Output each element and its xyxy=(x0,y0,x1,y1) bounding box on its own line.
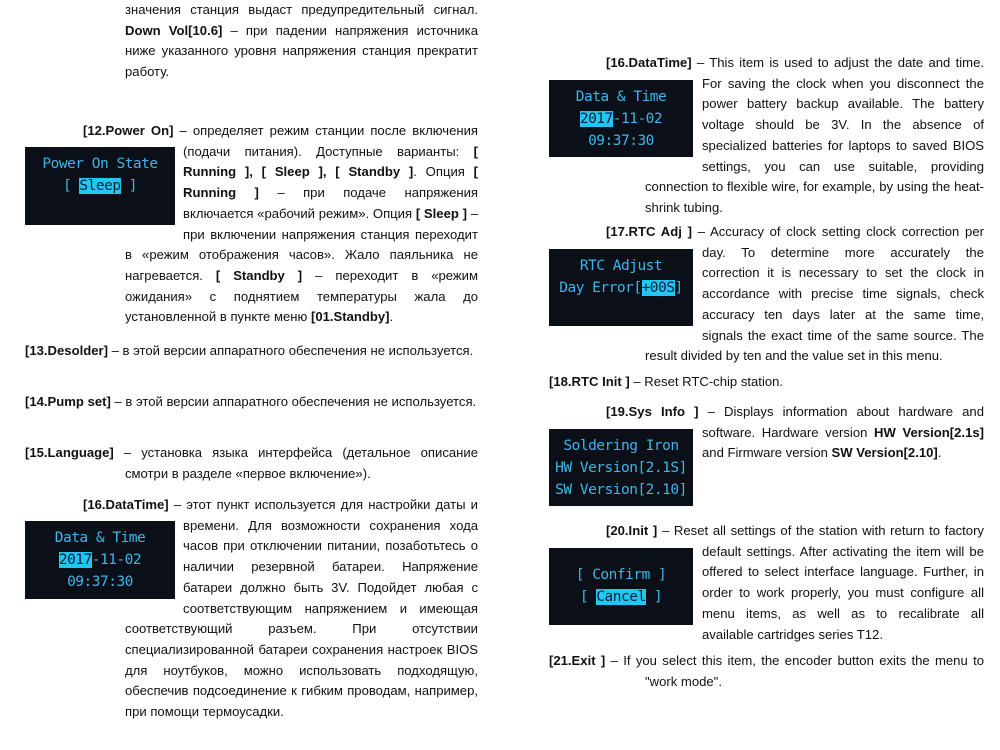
lcd-text: Day Error[ xyxy=(559,279,642,296)
lcd-sys-info: Soldering Iron HW Version[2.1S] SW Versi… xyxy=(549,428,693,506)
bold-term: [12.Power On] xyxy=(83,123,174,138)
bold-term: SW Version[2.10] xyxy=(831,445,938,461)
lcd-date-time: Data & Time 2017-11-02 09:37:30 xyxy=(549,79,693,157)
bold-term: [ Sleep ] xyxy=(415,205,467,221)
lcd-text: [ xyxy=(579,588,597,605)
lcd-rtc-adjust: RTC Adjust Day Error[+00S] xyxy=(549,248,693,326)
lcd-date-time: Data & Time 2017-11-02 09:37:30 xyxy=(25,520,175,599)
bold-term: [19.Sys Info ] xyxy=(606,404,699,419)
lcd-text: ] xyxy=(674,279,684,296)
bold-term: [15.Language] xyxy=(25,445,114,460)
text-run: . xyxy=(389,309,394,325)
lcd-line: RTC Adjust xyxy=(579,257,663,274)
text-run: – этот пункт используется для настройки … xyxy=(125,497,478,720)
section-17-rtc-adj: RTC Adjust Day Error[+00S] [17.RTC Adj ]… xyxy=(549,222,984,367)
bold-term: [ Sleep ], [ Standby ] xyxy=(261,164,414,180)
lcd-text: -11-02 xyxy=(612,110,663,127)
lcd-line: Data & Time xyxy=(575,88,667,105)
bold-term: [ Standby ] xyxy=(215,267,303,283)
lcd-init-confirm: [ Confirm ] [ Cancel ] xyxy=(549,547,693,625)
bold-term: [21.Exit ] xyxy=(549,653,606,668)
section-19-sys-info: Soldering Iron HW Version[2.1S] SW Versi… xyxy=(549,402,984,506)
text-run: – в этой версии аппаратного обеспечения … xyxy=(110,394,477,409)
bold-term: [01.Standby] xyxy=(310,309,390,325)
section-14-pump-set: [14.Pump set] – в этой версии аппаратног… xyxy=(25,392,478,413)
lcd-line: 09:37:30 xyxy=(588,132,654,149)
section-16-datatime-ru: Data & Time 2017-11-02 09:37:30 [16.Data… xyxy=(25,495,478,723)
lcd-text: ] xyxy=(645,588,663,605)
text-run: . Опция xyxy=(413,164,474,180)
text-run: – определяет режим станции после включен… xyxy=(173,123,478,159)
lcd-selected-value: 2017 xyxy=(58,551,92,568)
text-run: – If you select this item, the encoder b… xyxy=(605,653,985,689)
lcd-selected-value: Sleep xyxy=(79,177,121,194)
text-run: . xyxy=(937,445,942,461)
bold-term: HW Version[2.1s] xyxy=(874,424,984,440)
lcd-text: ] xyxy=(120,177,138,194)
section-12-power-on: Power On State [ Sleep ] [12.Power On] –… xyxy=(25,121,478,328)
text-run: – Reset all settings of the station with… xyxy=(657,523,984,642)
section-18-rtc-init: [18.RTC Init ] – Reset RTC-chip station. xyxy=(549,372,984,393)
section-13-desolder: [13.Desolder] – в этой версии аппаратног… xyxy=(25,341,478,362)
bold-term: [13.Desolder] xyxy=(25,343,108,358)
lcd-selected-value: 2017 xyxy=(579,110,613,127)
bold-term: [18.RTC Init ] xyxy=(549,374,630,389)
lcd-line: 09:37:30 xyxy=(67,573,133,590)
bold-term: [17.RTC Adj ] xyxy=(606,224,692,239)
bold-term: [16.DataTime] xyxy=(83,497,169,512)
bold-term: [14.Pump set] xyxy=(25,394,111,409)
text-run: and Firmware version xyxy=(702,445,832,461)
text-run: значения станция выдаст предупредительны… xyxy=(125,2,478,17)
text-run: – Accuracy of clock setting clock correc… xyxy=(645,224,984,364)
lcd-selected-value: +00S xyxy=(641,279,675,296)
lcd-line: Data & Time xyxy=(54,529,146,546)
text-run: – в этой версии аппаратного обеспечения … xyxy=(107,343,474,358)
intro-paragraph: значения станция выдаст предупредительны… xyxy=(125,0,478,83)
section-21-exit: [21.Exit ] – If you select this item, th… xyxy=(549,651,984,692)
lcd-line: [ Confirm ] xyxy=(575,566,667,583)
lcd-selected-value: Cancel xyxy=(596,588,646,605)
text-run: – This item is used to adjust the date a… xyxy=(645,55,984,215)
text-run: – Reset RTC-chip station. xyxy=(629,374,784,389)
section-15-language: [15.Language] – установка языка интерфей… xyxy=(25,443,478,484)
lcd-line: SW Version[2.10] xyxy=(555,481,687,498)
lcd-line: HW Version[2.1S] xyxy=(555,459,687,476)
section-20-init: [ Confirm ] [ Cancel ] [20.Init ] – Rese… xyxy=(549,521,984,645)
lcd-line: Power On State xyxy=(42,155,158,172)
lcd-line: Soldering Iron xyxy=(563,437,679,454)
lcd-text: [ xyxy=(62,177,80,194)
lcd-text: -11-02 xyxy=(91,551,142,568)
section-16-datatime-en: Data & Time 2017-11-02 09:37:30 [16.Data… xyxy=(549,53,984,219)
text-run xyxy=(253,164,262,179)
lcd-power-on-state: Power On State [ Sleep ] xyxy=(25,146,175,225)
bold-term: Down Vol[10.6] xyxy=(125,22,223,38)
text-run: – установка языка интерфейса (детальное … xyxy=(113,445,478,481)
bold-term: [16.DataTime] xyxy=(606,55,692,70)
bold-term: [20.Init ] xyxy=(606,523,658,538)
